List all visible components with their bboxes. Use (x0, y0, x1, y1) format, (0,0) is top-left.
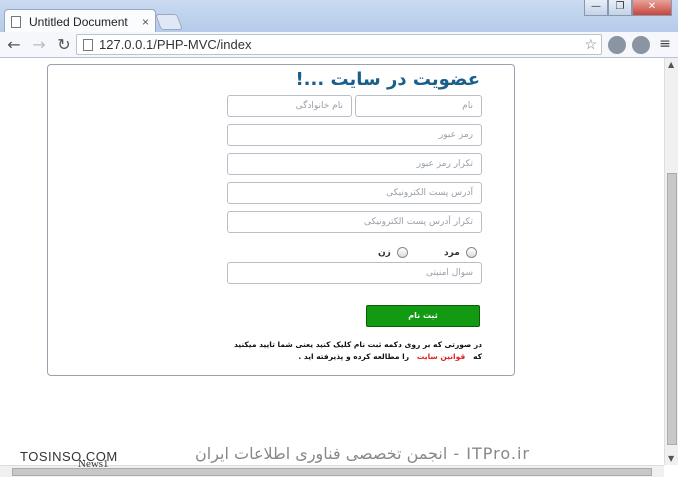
url-text: 127.0.0.1/PHP-MVC/index (99, 37, 252, 52)
terms-line-2: که قوانین سایت را مطالعه کرده و پذیرفته … (222, 351, 482, 363)
watermark-right: ITPro.ir - انجمن تخصصی فناوری اطلاعات ای… (195, 444, 530, 463)
password-input[interactable]: رمز عبور (227, 124, 482, 146)
forward-button[interactable]: → (28, 34, 50, 56)
radio-female[interactable] (396, 247, 408, 258)
security-question-input[interactable]: سوال امنیتی (227, 262, 482, 284)
vertical-scroll-thumb[interactable] (667, 173, 677, 445)
gender-male-option[interactable]: مرد (444, 247, 477, 258)
password-repeat-input[interactable]: تکرار رمز عبور (227, 153, 482, 175)
vertical-scrollbar[interactable]: ▲ ▼ (664, 58, 678, 465)
first-name-input[interactable]: نام (355, 95, 482, 117)
browser-chrome: Untitled Document × — ❐ ✕ ← → ↻ 127.0.0.… (0, 0, 678, 58)
scroll-down-icon[interactable]: ▼ (668, 454, 674, 463)
radio-male[interactable] (465, 247, 477, 258)
minimize-button[interactable]: — (584, 0, 608, 16)
menu-icon[interactable]: ≡ (656, 36, 674, 54)
scroll-up-icon[interactable]: ▲ (668, 60, 674, 69)
tab-close-icon[interactable]: × (142, 15, 149, 29)
terms-text: در صورتی که بر روی دکمه ثبت نام کلیک کنی… (222, 339, 482, 363)
globe-icon[interactable] (608, 36, 626, 54)
address-bar[interactable]: 127.0.0.1/PHP-MVC/index ☆ (76, 34, 602, 55)
reload-button[interactable]: ↻ (53, 34, 75, 56)
tab-title: Untitled Document (29, 14, 128, 29)
gender-female-label: زن (378, 247, 391, 258)
extension-icon[interactable] (632, 36, 650, 54)
back-button[interactable]: ← (3, 34, 25, 56)
terms-line-1: در صورتی که بر روی دکمه ثبت نام کلیک کنی… (233, 340, 482, 349)
submit-button[interactable]: ثبت نام (366, 305, 480, 327)
window-controls: — ❐ ✕ (584, 0, 672, 16)
document-icon (11, 15, 21, 28)
site-rules-link[interactable]: قوانین سایت (417, 352, 465, 361)
browser-toolbar: ← → ↻ 127.0.0.1/PHP-MVC/index ☆ ≡ (0, 32, 678, 58)
close-window-button[interactable]: ✕ (632, 0, 672, 16)
form-title: عضویت در سایت ...! (295, 69, 480, 90)
registration-form: عضویت در سایت ...! نام نام خانوادگی رمز … (47, 64, 515, 376)
gender-male-label: مرد (444, 247, 460, 258)
bookmark-star-icon[interactable]: ☆ (584, 36, 597, 53)
new-tab-button[interactable] (155, 14, 183, 30)
email-input[interactable]: آدرس پست الکترونیکی (227, 182, 482, 204)
email-repeat-input[interactable]: تکرار آدرس پست الکترونیکی (227, 211, 482, 233)
tab-bar: Untitled Document × — ❐ ✕ (0, 0, 678, 33)
tab-untitled-document[interactable]: Untitled Document × (4, 9, 156, 33)
maximize-button[interactable]: ❐ (608, 0, 632, 16)
gender-female-option[interactable]: زن (378, 247, 408, 258)
toolbar-extensions: ≡ (608, 36, 674, 54)
last-name-input[interactable]: نام خانوادگی (227, 95, 352, 117)
terms-suffix: را مطالعه کرده و پذیرفته اید . (298, 352, 410, 361)
watermark-left: TOSINSO.COM (20, 449, 118, 464)
terms-prefix: که (473, 352, 482, 361)
page-icon (83, 38, 93, 51)
page-viewport: عضویت در سایت ...! نام نام خانوادگی رمز … (0, 58, 664, 465)
